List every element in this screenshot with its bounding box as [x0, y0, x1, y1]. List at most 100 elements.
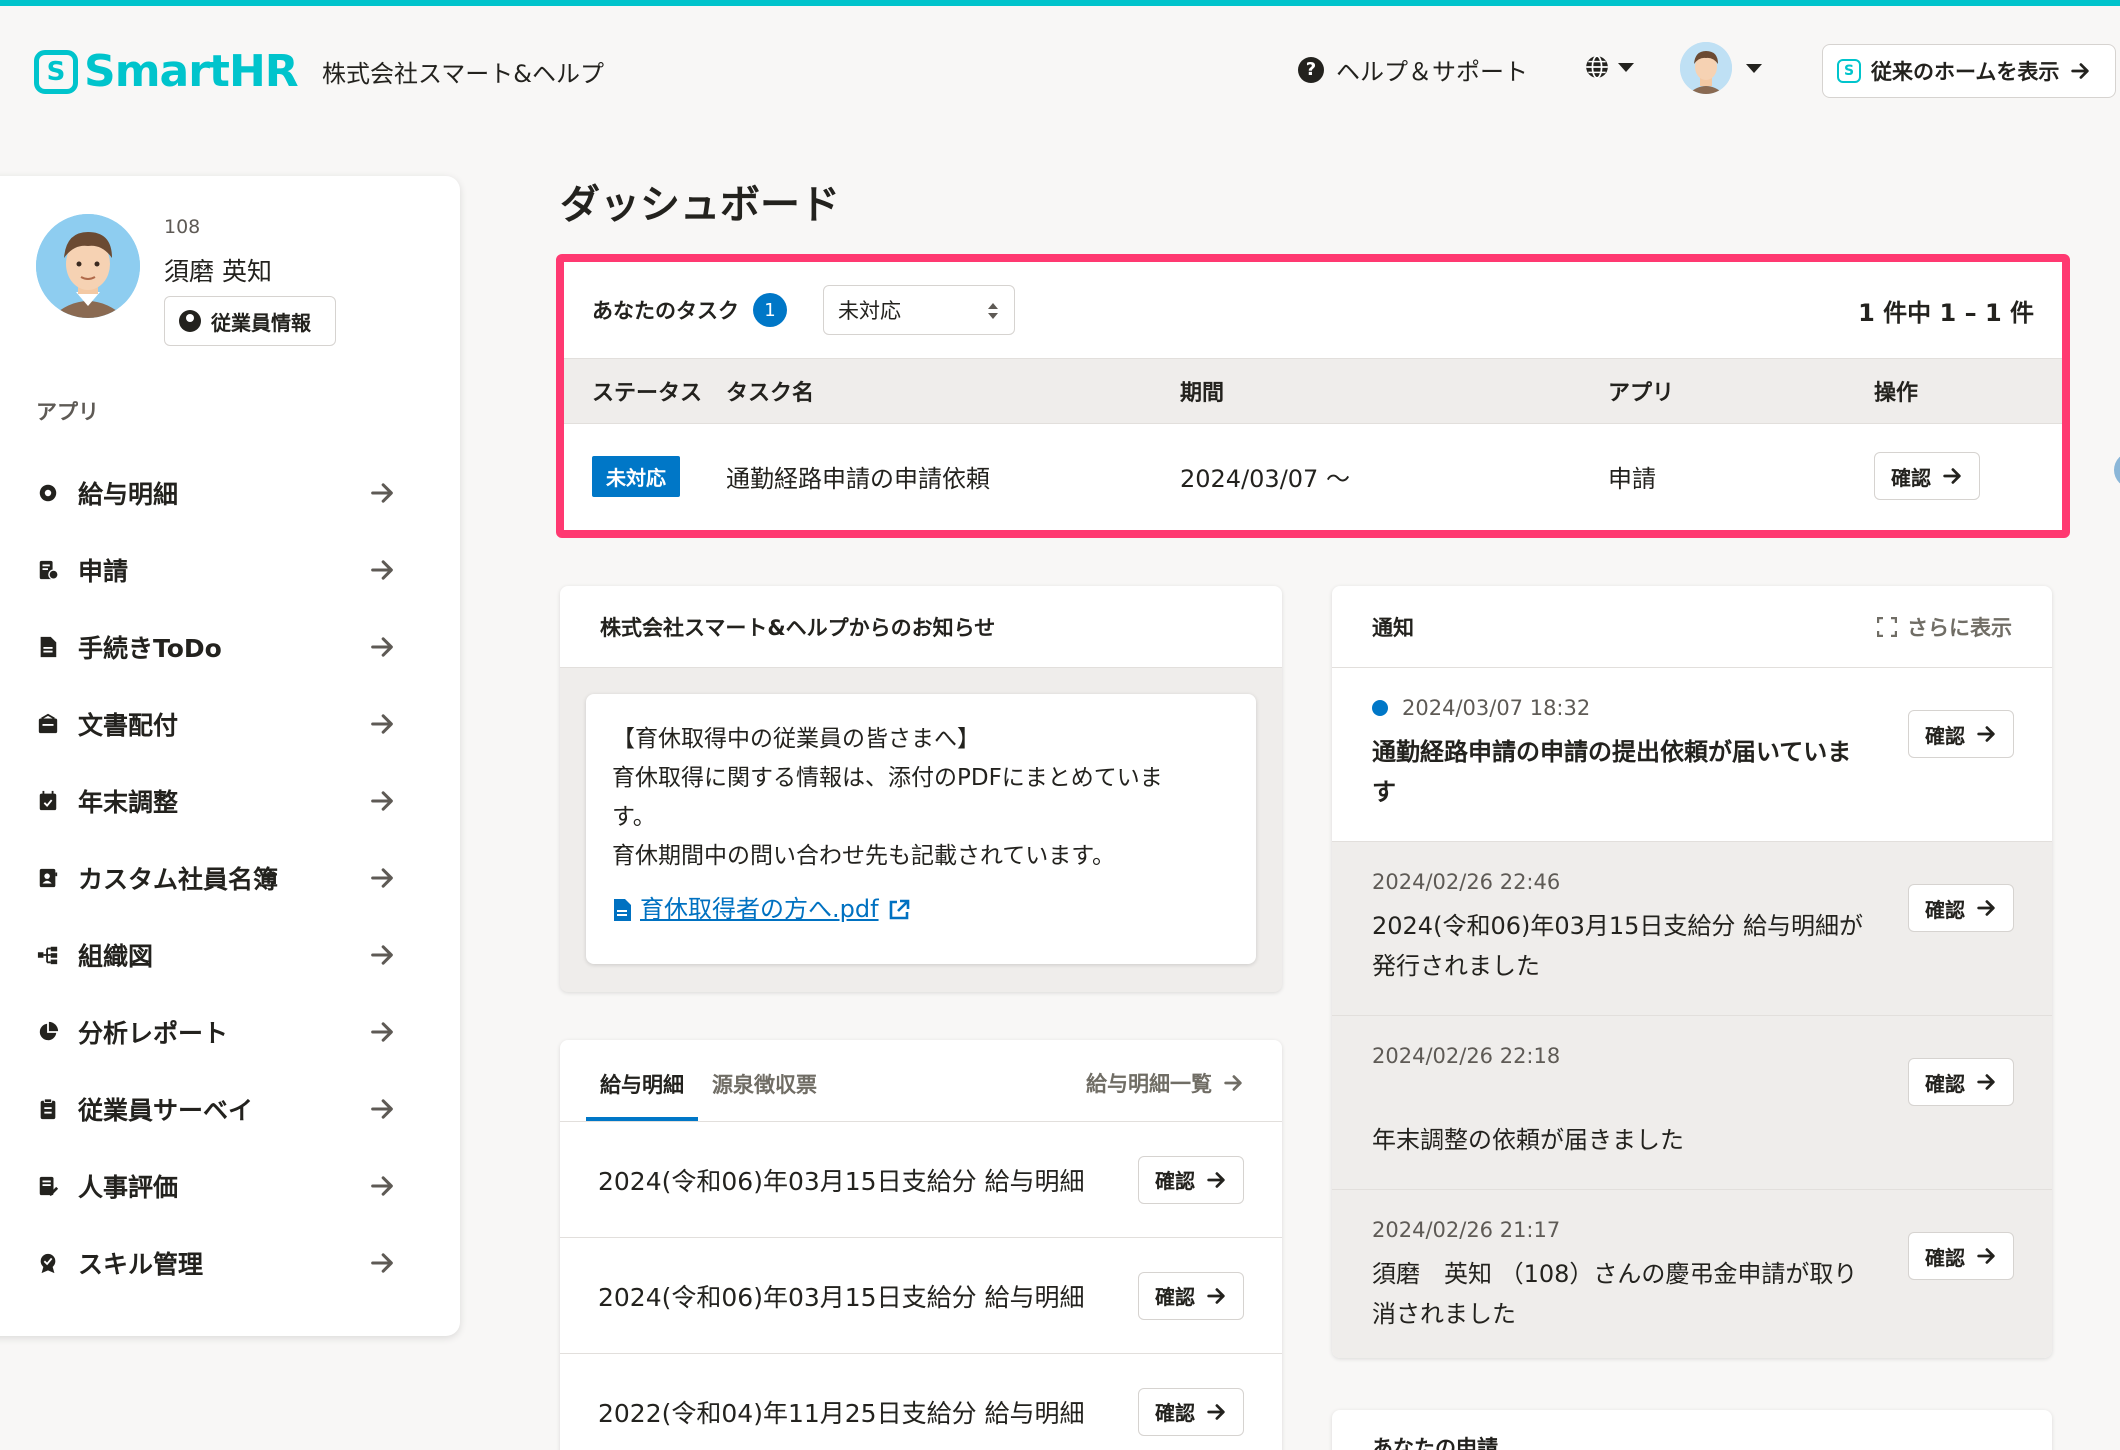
confirm-label: 確認 — [1925, 1245, 1965, 1270]
column-header-period: 期間 — [1180, 381, 1225, 406]
task-pagination-count: 1 件中 1 – 1 件 — [1858, 298, 2034, 327]
notifications-header: 通知 さらに表示 — [1332, 586, 2052, 668]
employee-name: 須磨 英知 — [164, 257, 272, 286]
list-item: 2024(令和06)年03月15日支給分 給与明細 確認 — [560, 1122, 1282, 1238]
notification-text-line: す — [1372, 778, 1396, 806]
table-row: 未対応 通勤経路申請の申請依頼 2024/03/07 〜 申請 確認 — [564, 424, 2062, 528]
arrow-right-icon — [1207, 1287, 1225, 1304]
floating-help-button[interactable] — [2114, 452, 2120, 488]
arrow-right-icon — [371, 1175, 393, 1196]
confirm-button[interactable]: 確認 — [1138, 1155, 1244, 1204]
arrow-right-icon — [371, 1252, 393, 1273]
sort-updown-icon — [988, 303, 998, 319]
user-menu[interactable] — [1680, 42, 1762, 94]
confirm-button[interactable]: 確認 — [1908, 884, 2014, 932]
form-icon — [36, 558, 60, 582]
show-more-link[interactable]: さらに表示 — [1877, 612, 2012, 642]
pie-chart-icon — [36, 1020, 60, 1044]
legacy-home-label: 従来のホームを表示 — [1871, 60, 2060, 84]
sidebar-item-label: 文書配付 — [78, 710, 179, 740]
notice-line: 【育休取得中の従業員の皆さまへ】 — [612, 726, 980, 752]
sidebar-item-analytics-report[interactable]: 分析レポート — [36, 993, 396, 1070]
confirm-button[interactable]: 確認 — [1908, 710, 2014, 758]
confirm-label: 確認 — [1925, 897, 1965, 922]
smarthr-logo[interactable]: S SmartHR — [34, 46, 299, 97]
person-icon — [179, 310, 201, 332]
payslip-list-label: 給与明細一覧 — [1086, 1072, 1212, 1096]
page-title: ダッシュボード — [560, 182, 840, 228]
task-status-filter[interactable]: 未対応 — [823, 285, 1015, 335]
notification-date: 2024/03/07 18:32 — [1402, 696, 1591, 720]
confirm-button[interactable]: 確認 — [1874, 452, 1980, 500]
help-icon: ? — [1298, 56, 1324, 83]
payslip-title: 2024(令和06)年03月15日支給分 給与明細 — [598, 1166, 1085, 1196]
notice-line: 育休期間中の問い合わせ先も記載されています。 — [612, 843, 1116, 869]
inbox-icon — [36, 712, 60, 736]
sidebar-item-label: 従業員サーベイ — [78, 1095, 254, 1125]
org-chart-icon — [36, 943, 60, 967]
language-menu[interactable] — [1584, 54, 1634, 80]
arrow-right-icon — [1224, 1075, 1242, 1091]
sidebar-item-org-chart[interactable]: 組織図 — [36, 916, 396, 993]
sidebar-item-skill-management[interactable]: スキル管理 — [36, 1224, 396, 1301]
payslip-tabs: 給与明細 源泉徴収票 給与明細一覧 — [560, 1040, 1282, 1122]
notification-item[interactable]: 2024/02/26 22:46 2024(令和06)年03月15日支給分 給与… — [1332, 842, 2052, 1016]
confirm-label: 確認 — [1925, 723, 1965, 748]
sidebar-item-label: スキル管理 — [78, 1249, 204, 1279]
arrow-right-icon — [371, 713, 393, 734]
confirm-button[interactable]: 確認 — [1138, 1387, 1244, 1436]
app-header: S SmartHR 株式会社スマート&ヘルプ ? ヘルプ＆サポート S 従来のホ… — [0, 6, 2120, 124]
tab-withholding-slip[interactable]: 源泉徴収票 — [698, 1069, 831, 1121]
legacy-home-button[interactable]: S 従来のホームを表示 — [1822, 44, 2116, 98]
notification-item[interactable]: 2024/02/26 21:17 須磨 英知 （108）さんの慶弔金申請が取り消… — [1332, 1190, 2052, 1358]
notice-line: す。 — [612, 804, 656, 830]
contact-book-icon — [36, 866, 60, 890]
sidebar-item-label: 手続きToDo — [78, 633, 222, 663]
sidebar-item-label: 給与明細 — [78, 479, 179, 509]
notifications-title: 通知 — [1372, 615, 1414, 640]
sidebar-item-procedure-todo[interactable]: 手続きToDo — [36, 608, 396, 685]
pdf-attachment-link[interactable]: 育休取得者の方へ.pdf — [612, 890, 1230, 929]
confirm-button[interactable]: 確認 — [1908, 1232, 2014, 1280]
employee-info-label: 従業員情報 — [211, 310, 311, 335]
sidebar-item-payslip[interactable]: 給与明細 — [36, 454, 396, 531]
document-icon — [36, 635, 60, 659]
column-header-status: ステータス — [592, 381, 703, 406]
confirm-button[interactable]: 確認 — [1138, 1271, 1244, 1320]
confirm-label: 確認 — [1155, 1401, 1195, 1425]
sidebar-item-custom-roster[interactable]: カスタム社員名簿 — [36, 839, 396, 916]
tab-payslip[interactable]: 給与明細 — [586, 1069, 698, 1121]
status-badge: 未対応 — [592, 455, 680, 497]
task-count-badge: 1 — [753, 293, 787, 327]
notification-item[interactable]: 2024/02/26 22:18 年末調整の依頼が届きました 確認 — [1332, 1016, 2052, 1190]
globe-icon — [1586, 55, 1608, 79]
calendar-icon — [36, 789, 60, 813]
payslip-title: 2022(令和04)年11月25日支給分 給与明細 — [598, 1398, 1085, 1428]
sidebar-item-label: 人事評価 — [78, 1172, 179, 1202]
payslip-list-link[interactable]: 給与明細一覧 — [1086, 1068, 1244, 1098]
sidebar-item-year-end-adjustment[interactable]: 年末調整 — [36, 762, 396, 839]
sidebar-item-document-distribution[interactable]: 文書配付 — [36, 685, 396, 762]
sidebar: 108 須磨 英知 従業員情報 アプリ 給与明細 申請 手続きToDo 文書配付 — [0, 176, 460, 1336]
unread-dot-icon — [1372, 700, 1388, 716]
confirm-button[interactable]: 確認 — [1908, 1058, 2014, 1106]
notification-text-line: 消されました — [1372, 1300, 1516, 1328]
sidebar-item-request[interactable]: 申請 — [36, 531, 396, 608]
list-item: 2022(令和04)年11月25日支給分 給与明細 確認 — [560, 1354, 1282, 1450]
sidebar-item-hr-evaluation[interactable]: 人事評価 — [36, 1147, 396, 1224]
task-app: 申請 — [1608, 464, 1656, 493]
notice-body: 【育休取得中の従業員の皆さまへ】 育休取得に関する情報は、添付のPDFにまとめて… — [586, 694, 1256, 964]
employee-info-button[interactable]: 従業員情報 — [164, 296, 336, 346]
arrow-right-icon — [1977, 900, 1995, 916]
gear-badge-icon — [36, 481, 60, 505]
sidebar-item-employee-survey[interactable]: 従業員サーベイ — [36, 1070, 396, 1147]
notification-item-unread[interactable]: 2024/03/07 18:32 通勤経路申請の申請の提出依頼が届いています 確… — [1332, 668, 2052, 842]
company-name: 株式会社スマート&ヘルプ — [322, 60, 604, 88]
sidebar-item-label: 年末調整 — [78, 787, 179, 817]
arrow-right-icon — [2071, 63, 2090, 79]
smarthr-logo-icon: S — [34, 49, 78, 94]
arrow-right-icon — [1943, 468, 1961, 484]
help-support-link[interactable]: ? ヘルプ＆サポート — [1298, 52, 1528, 87]
arrow-right-icon — [371, 636, 393, 657]
notice-line: 育休取得に関する情報は、添付のPDFにまとめていま — [612, 765, 1163, 791]
